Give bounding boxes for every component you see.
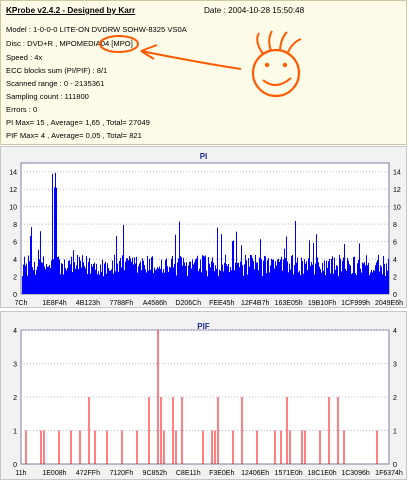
x-tick-label: 11h xyxy=(15,470,26,477)
x-tick-label: 7788Fh xyxy=(109,300,133,307)
y-tick-label-left: 4 xyxy=(13,328,17,335)
y-tick-label-right: 8 xyxy=(393,222,397,229)
y-tick-label-right: 12 xyxy=(393,187,401,194)
x-tick-label: 163E05h xyxy=(275,300,303,307)
doodle-annotation xyxy=(99,30,302,98)
y-tick-label-right: 3 xyxy=(393,362,397,369)
y-tick-label-right: 2 xyxy=(393,395,397,402)
smiley-face xyxy=(251,48,301,98)
y-tick-label-left: 0 xyxy=(13,292,17,299)
y-tick-label-right: 4 xyxy=(393,257,397,264)
pointer-arrow-line xyxy=(140,50,242,70)
pi-chart: 0 0 2 2 4 4 6 6 8 8 10 10 12 12 14 14 7Ch 1E8F4h 4B123h 778… xyxy=(9,162,403,307)
smiley-eye-right xyxy=(282,62,288,68)
x-tick-label: FEE45h xyxy=(209,300,234,307)
y-tick-label-right: 2 xyxy=(393,275,397,282)
y-tick-label-left: 8 xyxy=(13,222,17,229)
y-tick-label-right: 4 xyxy=(393,328,397,335)
y-tick-label-left: 2 xyxy=(13,275,17,282)
x-tick-label: 12406Eh xyxy=(241,470,269,477)
x-tick-label: 1E008h xyxy=(42,470,66,477)
y-tick-label-right: 0 xyxy=(393,292,397,299)
x-tick-label: 9C852h xyxy=(143,470,168,477)
pif-chart-panel: PIF 0 0 1 1 2 2 3 3 4 4 11h 1E008h 472FFh 7120Fh 9C852… xyxy=(0,311,407,480)
x-tick-label: 7120Fh xyxy=(109,470,133,477)
x-tick-label: 19B10Fh xyxy=(308,300,337,307)
highlight-circle xyxy=(99,35,139,53)
pi-chart-panel: PI 0 0 2 2 4 4 6 6 8 8 10 10 12 12 14 14 7Ch 1E8F4h 4B123h… xyxy=(0,146,407,308)
x-tick-label: 1F6374h xyxy=(375,470,403,477)
x-tick-label: 2049E6h xyxy=(375,300,403,307)
y-tick-label-left: 0 xyxy=(13,462,17,469)
x-tick-label: 1E8F4h xyxy=(42,300,67,307)
y-tick-label-left: 4 xyxy=(13,257,17,264)
x-tick-label: 1CF999h xyxy=(341,300,370,307)
y-tick-label-left: 14 xyxy=(9,170,17,177)
smiley-mouth xyxy=(262,77,292,86)
x-tick-label: 12F4B7h xyxy=(241,300,270,307)
y-tick-label-right: 6 xyxy=(393,240,397,247)
y-tick-label-left: 12 xyxy=(9,187,17,194)
x-tick-label: 472FFh xyxy=(76,470,100,477)
y-tick-label-left: 6 xyxy=(13,240,17,247)
smiley-eye-left xyxy=(264,62,270,68)
y-tick-label-right: 10 xyxy=(393,205,401,212)
x-tick-label: A4586h xyxy=(143,300,167,307)
y-tick-label-left: 1 xyxy=(13,429,17,436)
y-tick-label-right: 14 xyxy=(393,170,401,177)
x-tick-label: C8E11h xyxy=(176,470,201,477)
y-tick-label-right: 0 xyxy=(393,462,397,469)
x-tick-label: 4B123h xyxy=(76,300,100,307)
x-tick-label: 18C1E0h xyxy=(307,470,336,477)
x-tick-label: 7Ch xyxy=(15,300,28,307)
pif-chart: 0 0 1 1 2 2 3 3 4 4 11h 1E008h 472FFh 7120Fh 9C852h C8E… xyxy=(13,328,403,477)
x-tick-label: 1C3096h xyxy=(341,470,370,477)
x-tick-label: D206Ch xyxy=(175,300,201,307)
x-tick-label: 1571E0h xyxy=(275,470,303,477)
info-panel: KProbe v2.4.2 - Designed by Karr Date : … xyxy=(0,0,407,145)
y-tick-label-left: 3 xyxy=(13,362,17,369)
y-tick-label-left: 2 xyxy=(13,395,17,402)
y-tick-label-right: 1 xyxy=(393,429,397,436)
x-tick-label: F3E0Eh xyxy=(209,470,234,477)
y-tick-label-left: 10 xyxy=(9,205,17,212)
